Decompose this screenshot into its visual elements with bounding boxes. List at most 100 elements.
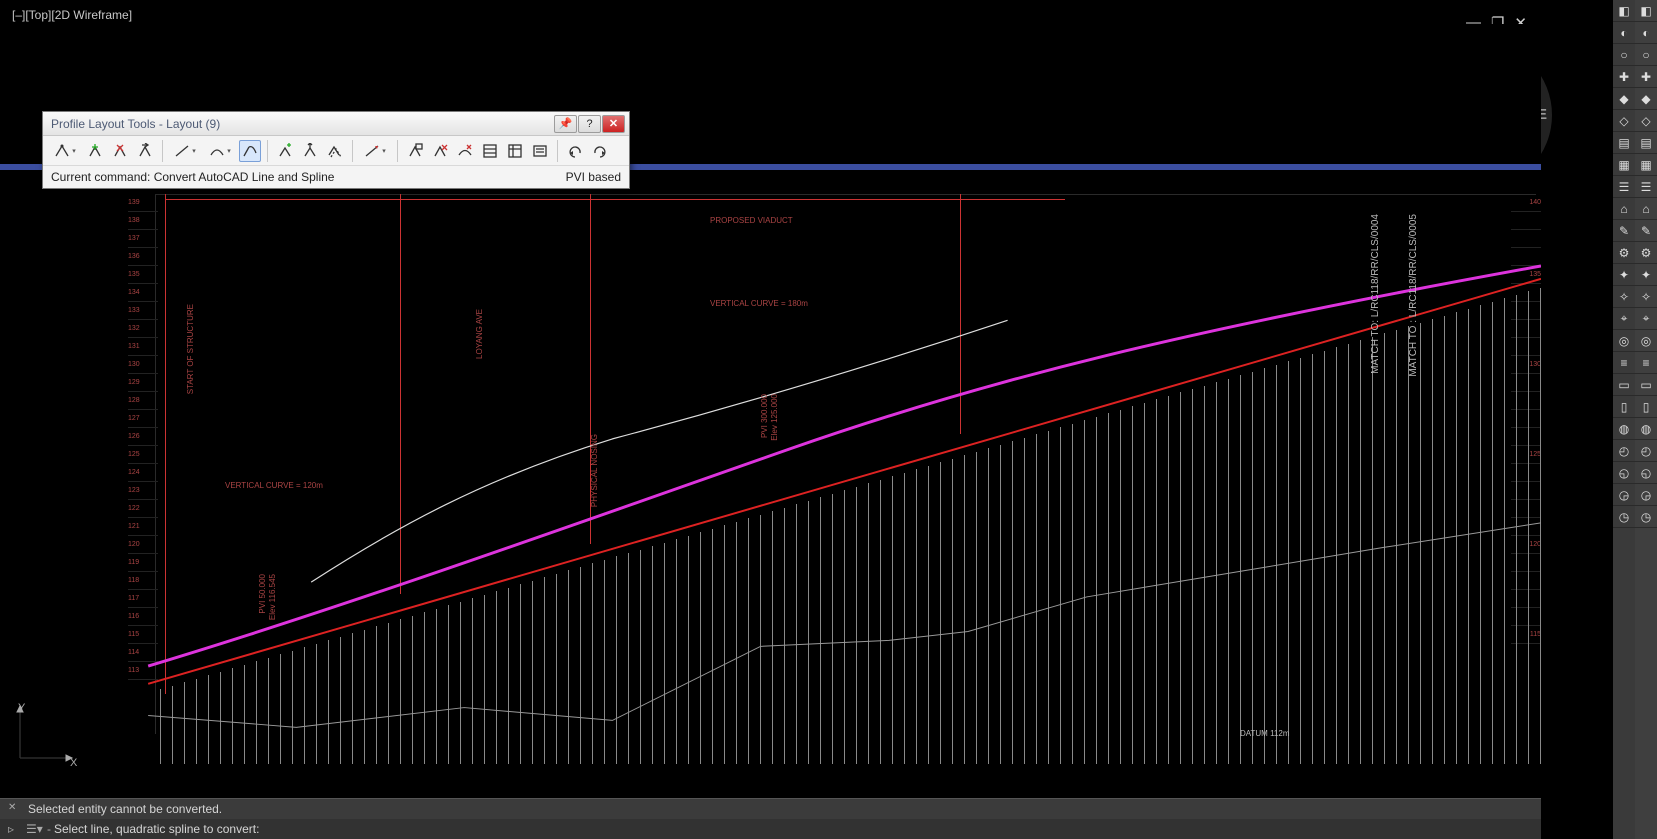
side-tool-button[interactable]: ☰ [1635,176,1657,198]
label-pvi1b: Elev 116.545 [268,574,277,620]
line-tool-dd-button[interactable] [169,140,201,162]
side-tool-button[interactable]: ≡ [1635,352,1657,374]
side-tool-button[interactable]: ◎ [1613,330,1635,352]
side-tool-button[interactable]: ◍ [1613,418,1635,440]
command-menu-icon[interactable]: ☰▾ [26,822,44,836]
side-tool-button[interactable]: ◶ [1635,484,1657,506]
side-tool-button[interactable]: ◇ [1635,110,1657,132]
toolbar-separator [352,140,353,162]
label-vcurve-2: VERTICAL CURVE = 180m [710,299,808,308]
side-tool-button[interactable]: ◍ [1635,418,1657,440]
side-tool-button[interactable]: ◴ [1613,440,1635,462]
profile-layout-tools-toolbar[interactable]: Profile Layout Tools - Layout (9) 📌 ? ✕ … [42,111,630,189]
toolbar-status-bar: Current command: Convert AutoCAD Line an… [43,166,629,188]
toolbar-pin-button[interactable]: 📌 [554,115,577,133]
command-line-panel: Selected entity cannot be converted. ▹ ☰… [0,798,1541,839]
raise-lower-pvi-button[interactable] [299,140,321,162]
side-tool-button[interactable]: ✎ [1635,220,1657,242]
side-tool-button[interactable]: ☰ [1613,176,1635,198]
delete-entity-button[interactable] [429,140,451,162]
side-tool-button[interactable]: ▦ [1613,154,1635,176]
toolbar-separator [267,140,268,162]
side-tool-button[interactable]: ▯ [1613,396,1635,418]
label-match-0: MATCH TO: L/RC118/RR/CLS/0004 [1370,214,1381,374]
side-tool-button[interactable]: ◷ [1613,506,1635,528]
side-tool-button[interactable]: ▤ [1613,132,1635,154]
side-tool-button[interactable]: ▭ [1635,374,1657,396]
side-tool-button[interactable]: ◇ [1613,110,1635,132]
ucs-icon[interactable]: Y X [12,696,82,769]
label-start-structure: START OF STRUCTURE [186,304,195,394]
side-tool-button[interactable]: ◧ [1635,0,1657,22]
side-tool-button[interactable]: ▭ [1613,374,1635,396]
side-tool-button[interactable]: ◵ [1613,462,1635,484]
side-tool-button[interactable]: ⌖ [1635,308,1657,330]
white-curve-line [311,320,1007,582]
delete-pvi-button[interactable] [109,140,131,162]
label-physical-nosing: PHYSICAL NOSING [590,434,599,507]
side-tool-button[interactable]: ◎ [1635,330,1657,352]
event-viewer-button[interactable] [529,140,551,162]
side-tool-button[interactable]: ✧ [1635,286,1657,308]
side-tool-button[interactable]: ▤ [1635,132,1657,154]
side-tool-button[interactable]: ✚ [1635,66,1657,88]
side-tool-button[interactable]: ⌂ [1613,198,1635,220]
insert-pvis-table-button[interactable] [274,140,296,162]
side-tool-button[interactable]: ✚ [1613,66,1635,88]
ucs-x-label: X [70,757,77,769]
viewport-label[interactable]: [–][Top][2D Wireframe] [12,8,132,22]
copy-profile-button[interactable] [324,140,346,162]
insert-pvi-button[interactable] [84,140,106,162]
profile-style-dd-button[interactable] [359,140,391,162]
move-pvi-button[interactable] [134,140,156,162]
side-tool-button[interactable]: ⚙ [1613,242,1635,264]
side-tool-button[interactable]: ✦ [1613,264,1635,286]
side-tool-button[interactable]: ▦ [1635,154,1657,176]
label-vcurve-1: VERTICAL CURVE = 120m [225,481,323,490]
toolbar-button-row [43,136,629,166]
side-tool-button[interactable]: ○ [1613,44,1635,66]
side-tool-button[interactable]: ✎ [1613,220,1635,242]
side-tool-button[interactable]: ⌂ [1635,198,1657,220]
side-tool-button[interactable]: ◧ [1613,0,1635,22]
toolbar-separator [397,140,398,162]
command-input[interactable] [54,822,1533,836]
side-tool-button[interactable]: ▯ [1635,396,1657,418]
side-tool-button[interactable]: ⌖ [1613,308,1635,330]
side-tool-button[interactable]: ≡ [1613,352,1635,374]
side-tool-button[interactable]: ◷ [1635,506,1657,528]
side-tool-button[interactable]: ○ [1635,44,1657,66]
side-tool-button[interactable]: ◐ [1635,22,1657,44]
sub-entity-editor-button[interactable] [404,140,426,162]
side-tool-button[interactable]: ◆ [1613,88,1635,110]
draw-tangent-dd-button[interactable] [49,140,81,162]
side-tool-button[interactable]: ✦ [1635,264,1657,286]
profile-props-button[interactable] [504,140,526,162]
side-tool-button[interactable]: ◶ [1613,484,1635,506]
side-tool-button[interactable]: ◆ [1635,88,1657,110]
profile-grid-view-button[interactable] [479,140,501,162]
right-toolbar-inner: ◧◐○✚◆◇▤▦☰⌂✎⚙✦✧⌖◎≡▭▯◍◴◵◶◷ [1613,0,1635,839]
side-tool-button[interactable]: ◵ [1635,462,1657,484]
side-tool-button[interactable]: ✧ [1613,286,1635,308]
toolbar-titlebar[interactable]: Profile Layout Tools - Layout (9) 📌 ? ✕ [43,112,629,136]
label-match-1: MATCH TO : L/RC118/RR/CLS/0005 [1408,214,1419,377]
toolbar-separator [557,140,558,162]
magenta-profile-line [148,266,1541,666]
label-loyang-ave: LOYANG AVE [475,309,484,359]
toolbar-close-button[interactable]: ✕ [602,115,625,133]
side-tool-button[interactable]: ◐ [1613,22,1635,44]
toolbar-help-button[interactable]: ? [578,115,601,133]
curve-tool-dd-button[interactable] [204,140,236,162]
right-toolbar-outer: ◧◐○✚◆◇▤▦☰⌂✎⚙✦✧⌖◎≡▭▯◍◴◵◶◷ [1635,0,1657,839]
command-history-line[interactable]: Selected entity cannot be converted. [0,799,1541,819]
label-proposed-viaduct: PROPOSED VIADUCT [710,216,793,225]
command-prompt-icon: ▹ [8,822,26,836]
side-tool-button[interactable]: ⚙ [1635,242,1657,264]
convert-line-spline-button[interactable] [239,140,261,162]
edit-best-fit-button[interactable] [454,140,476,162]
redo-button[interactable] [589,140,611,162]
side-tool-button[interactable]: ◴ [1635,440,1657,462]
command-prompt: ▹ ☰▾ - [0,819,1541,839]
undo-button[interactable] [564,140,586,162]
